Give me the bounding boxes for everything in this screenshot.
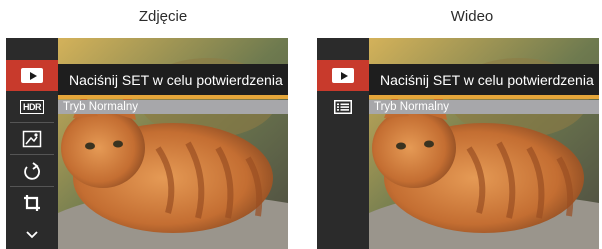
menu-item-hdr[interactable]: HDR [6, 91, 58, 122]
crop-icon [24, 194, 40, 211]
menu-item-rotate[interactable] [6, 155, 58, 186]
image-retouch-icon [22, 130, 42, 147]
progress-bar [58, 95, 288, 99]
play-icon [332, 68, 354, 83]
menu-scroll-down[interactable] [6, 218, 58, 249]
progress-fill [369, 95, 599, 99]
list-icon [334, 99, 352, 114]
progress-bar [369, 95, 599, 99]
photo-screen: HDR Naciśnij SET w celu potwierdzenia Tr… [6, 38, 288, 249]
hdr-icon: HDR [20, 99, 44, 114]
progress-fill [58, 95, 288, 99]
video-screen: Naciśnij SET w celu potwierdzenia Tryb N… [317, 38, 599, 249]
mode-label: Tryb Normalny [58, 100, 288, 114]
menu-item-crop[interactable] [6, 187, 58, 218]
video-menu-sidebar [317, 38, 376, 249]
video-caption: Wideo [450, 8, 494, 25]
menu-item-playback[interactable] [317, 60, 376, 91]
rotate-icon [24, 161, 40, 180]
confirm-prompt: Naciśnij SET w celu potwierdzenia [58, 64, 288, 95]
menu-item-list[interactable] [317, 91, 369, 122]
chevron-down-icon [26, 230, 38, 238]
menu-item-playback[interactable] [6, 60, 65, 91]
menu-item-retouch[interactable] [6, 123, 58, 154]
photo-menu-sidebar: HDR [6, 38, 65, 249]
confirm-prompt: Naciśnij SET w celu potwierdzenia [369, 64, 599, 95]
photo-caption: Zdjęcie [138, 8, 188, 25]
mode-label: Tryb Normalny [369, 100, 599, 114]
play-icon [21, 68, 43, 83]
